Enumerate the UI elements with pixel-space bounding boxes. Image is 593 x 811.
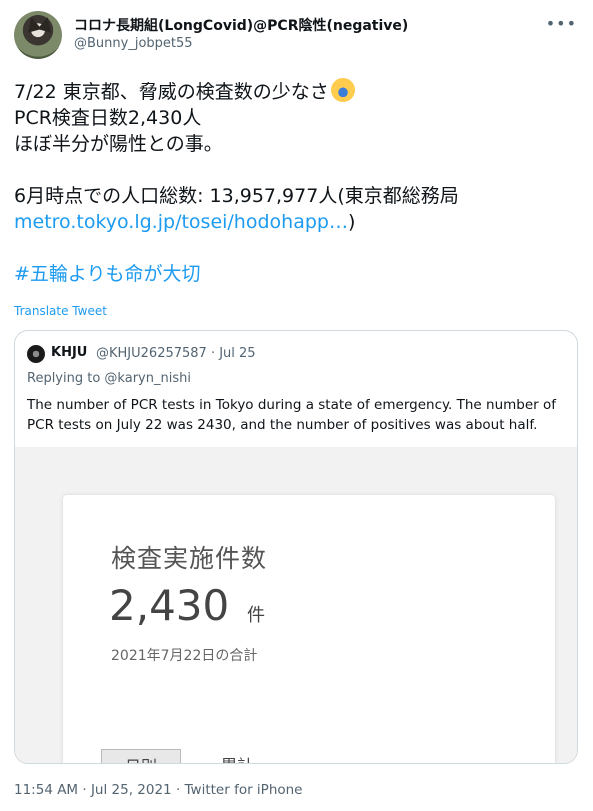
tweet-body: 7/22 東京都、脅威の検査数の少なさ PCR検査日数2,430人 ほぼ半分が陽… — [14, 78, 574, 287]
tweet-source[interactable]: Twitter for iPhone — [185, 782, 303, 798]
author-handle[interactable]: @Bunny_jobpet55 — [74, 36, 193, 51]
quoted-tweet[interactable]: KHJU @KHJU26257587 · Jul 25 Replying to … — [14, 330, 578, 764]
pcr-stats-card: 検査実施件数 2,430 件 2021年7月22日の合計 日別 累計 — [63, 495, 555, 763]
tweet-line-4: 6月時点での人口総数: 13,957,977人(東京都総務局 — [14, 185, 459, 207]
card-unit: 件 — [247, 605, 265, 626]
quote-author-handle: @KHJU26257587 · Jul 25 — [96, 346, 256, 361]
tab-daily: 日別 — [101, 749, 181, 763]
author-display-name[interactable]: コロナ長期組(LongCovid)@PCR陰性(negative) — [74, 15, 408, 35]
tweet-line-1: 7/22 東京都、脅威の検査数の少なさ — [14, 81, 329, 103]
tweet-link-suffix: ) — [347, 211, 356, 233]
tab-cumulative: 累計 — [197, 749, 277, 763]
tweet-link[interactable]: metro.tokyo.lg.jp/tosei/hodohapp… — [14, 211, 348, 233]
card-title: 検査実施件数 — [111, 544, 268, 573]
card-tabs: 日別 累計 — [101, 749, 291, 763]
quote-text: The number of PCR tests in Tokyo during … — [27, 397, 557, 433]
quote-replying-to: Replying to @karyn_nishi — [27, 371, 191, 386]
tweet-line-2: PCR検査日数2,430人 — [14, 107, 202, 129]
hashtag-link[interactable]: #五輪よりも命が大切 — [14, 261, 574, 287]
card-date: 2021年7月22日の合計 — [111, 648, 258, 664]
more-options-icon[interactable]: ••• — [546, 14, 577, 33]
tweet-header: コロナ長期組(LongCovid)@PCR陰性(negative) @Bunny… — [14, 10, 579, 62]
quote-media-image[interactable]: 検査実施件数 2,430 件 2021年7月22日の合計 日別 累計 — [15, 447, 577, 763]
author-avatar[interactable] — [14, 11, 62, 59]
scream-emoji-icon — [330, 78, 355, 102]
card-value: 2,430 — [109, 581, 230, 630]
translate-tweet-link[interactable]: Translate Tweet — [14, 304, 107, 318]
quote-author-avatar — [27, 345, 45, 363]
tweet-line-3: ほぼ半分が陽性との事。 — [14, 133, 223, 155]
tweet-timestamp[interactable]: 11:54 AM · Jul 25, 2021 · — [14, 782, 185, 798]
tweet-meta: 11:54 AM · Jul 25, 2021 · Twitter for iP… — [14, 782, 303, 798]
quote-author-name: KHJU — [51, 345, 88, 360]
blank-line-2 — [14, 235, 574, 261]
